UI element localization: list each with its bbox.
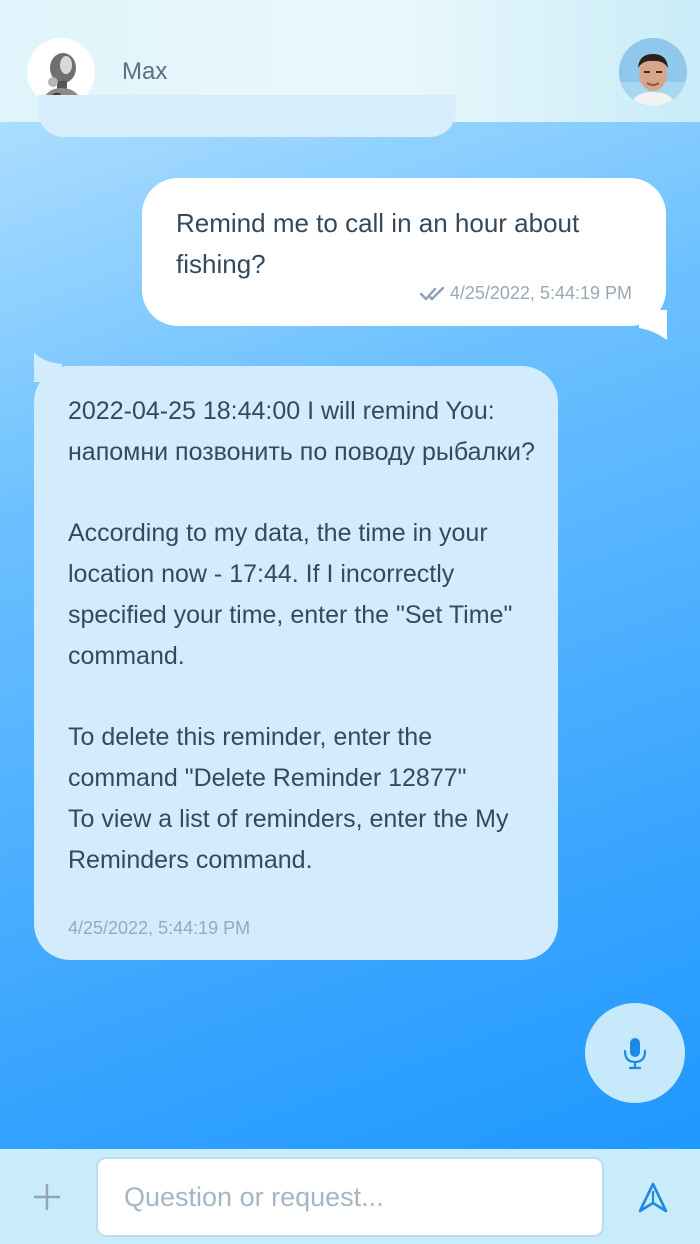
send-button[interactable] [636, 1181, 670, 1215]
send-icon [638, 1182, 668, 1213]
double-check-icon [419, 286, 445, 300]
outgoing-message-bubble[interactable]: Remind me to call in an hour about fishi… [142, 178, 667, 340]
bubble-tail-icon [639, 310, 667, 340]
incoming-message-bubble[interactable]: 2022-04-25 18:44:00 I will remind You: н… [34, 352, 558, 960]
message-text: Remind me to call in an hour about fishi… [176, 208, 580, 279]
attach-button[interactable] [30, 1180, 64, 1214]
contact-name[interactable]: Max [122, 58, 167, 86]
message-timestamp: 4/25/2022, 5:44:19 PM [449, 283, 632, 303]
plus-icon [34, 1184, 60, 1210]
message-input[interactable] [98, 1159, 602, 1235]
microphone-icon [623, 1038, 647, 1070]
previous-message-bubble [38, 95, 456, 137]
bubble-tail-icon [34, 352, 62, 382]
message-text: 2022-04-25 18:44:00 I will remind You: н… [68, 397, 535, 874]
user-avatar[interactable] [619, 38, 687, 106]
user-photo-icon [619, 38, 687, 106]
message-timestamp: 4/25/2022, 5:44:19 PM [68, 918, 251, 938]
message-input-container[interactable] [96, 1157, 604, 1237]
microphone-button[interactable] [585, 1003, 685, 1103]
message-meta: 4/25/2022, 5:44:19 PM [419, 283, 632, 304]
